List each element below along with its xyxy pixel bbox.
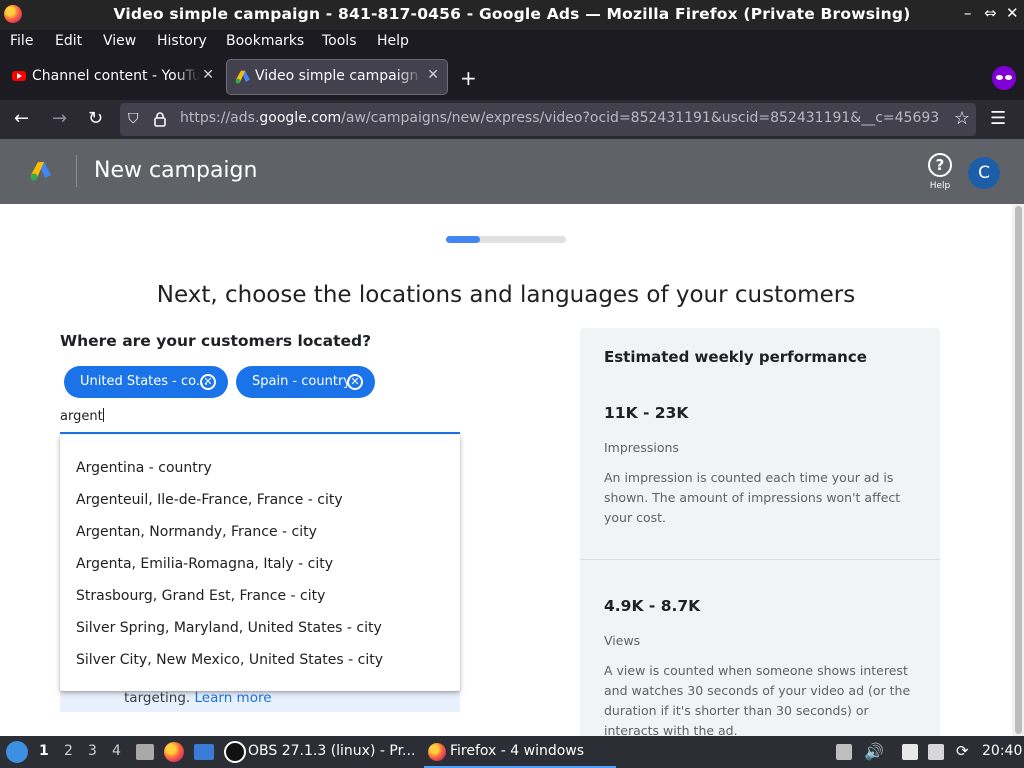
tab-close-icon[interactable]: ✕ <box>202 67 214 83</box>
task-obs[interactable]: OBS 27.1.3 (linux) - Pr... <box>248 743 415 759</box>
menu-bar: File Edit View History Bookmarks Tools H… <box>0 30 1024 54</box>
window-titlebar: Video simple campaign - 841-817-0456 - G… <box>0 0 1024 30</box>
url-bar[interactable]: ⛉ https://ads.google.com/aw/campaigns/ne… <box>120 103 976 136</box>
update-icon[interactable]: ⟳ <box>956 742 969 760</box>
help-icon[interactable]: ? <box>928 153 952 177</box>
firefox-task-icon <box>428 743 446 761</box>
suggestion-item[interactable]: Silver Spring, Maryland, United States -… <box>76 620 382 636</box>
page-title: New campaign <box>94 158 258 183</box>
location-question: Where are your customers located? <box>60 332 372 350</box>
menu-history[interactable]: History <box>157 33 207 49</box>
remove-chip-icon[interactable]: ✕ <box>200 374 216 390</box>
chip-label: United States - co... <box>80 374 209 389</box>
menu-file[interactable]: File <box>10 33 33 49</box>
location-search-input[interactable]: argent <box>60 408 460 434</box>
impressions-description: An impression is counted each time your … <box>604 470 901 525</box>
url-text[interactable]: https://ads.google.com/aw/campaigns/new/… <box>180 110 940 126</box>
notes-icon[interactable] <box>902 744 918 760</box>
tab-label: Video simple campaign - 841-817-0456 <box>255 68 423 84</box>
app-menu-icon[interactable]: ☰ <box>990 108 1006 129</box>
location-chip[interactable]: United States - co... ✕ <box>64 366 228 398</box>
info-text: targeting. Learn more <box>124 690 272 706</box>
minimize-button[interactable]: – <box>964 4 972 22</box>
help-label[interactable]: Help <box>928 181 952 191</box>
tab-google-ads[interactable]: Video simple campaign - 841-817-0456 ✕ <box>226 59 448 95</box>
workspace-1[interactable]: 1 <box>39 743 49 759</box>
tab-label: Channel content - YouTube <box>32 68 200 84</box>
header-divider <box>76 155 77 187</box>
menu-bookmarks[interactable]: Bookmarks <box>226 33 304 49</box>
workspace-2[interactable]: 2 <box>64 743 73 759</box>
suggestion-item[interactable]: Argenta, Emilia-Romagna, Italy - city <box>76 556 333 572</box>
workspace-4[interactable]: 4 <box>112 743 121 759</box>
lock-icon[interactable] <box>154 112 166 127</box>
scrollbar-thumb[interactable] <box>1015 206 1022 734</box>
views-label: Views <box>604 633 641 648</box>
ads-header: New campaign ? Help <box>0 139 1024 204</box>
private-browsing-icon <box>992 66 1016 90</box>
performance-panel: Estimated weekly performance 11K - 23K I… <box>580 328 940 736</box>
suggestion-item[interactable]: Strasbourg, Grand Est, France - city <box>76 588 325 604</box>
suggestion-item[interactable]: Argenteuil, Ile-de-France, France - city <box>76 492 343 508</box>
workspace-3[interactable]: 3 <box>88 743 97 759</box>
avatar[interactable]: C <box>968 157 1000 189</box>
suggestion-item[interactable]: Silver City, New Mexico, United States -… <box>76 652 383 668</box>
start-menu-icon[interactable] <box>6 741 28 763</box>
tab-close-icon[interactable]: ✕ <box>427 67 439 83</box>
task-firefox[interactable]: Firefox - 4 windows <box>450 743 584 759</box>
taskbar: 1 2 3 4 OBS 27.1.3 (linux) - Pr... Firef… <box>0 736 1024 768</box>
obs-icon[interactable] <box>224 741 246 763</box>
bookmark-star-icon[interactable]: ☆ <box>954 108 970 129</box>
google-ads-icon <box>235 70 250 84</box>
progress-bar <box>446 236 566 243</box>
network-icon[interactable] <box>928 744 944 760</box>
terminal-icon[interactable] <box>194 744 214 760</box>
suggestion-item[interactable]: Argentan, Normandy, France - city <box>76 524 317 540</box>
menu-edit[interactable]: Edit <box>55 33 82 49</box>
navigation-bar: ← → ↻ ⛉ https://ads.google.com/aw/campai… <box>0 100 1024 139</box>
volume-icon[interactable]: 🔊 <box>864 742 884 761</box>
new-tab-button[interactable]: + <box>460 66 477 90</box>
file-manager-icon[interactable] <box>136 744 154 760</box>
chip-label: Spain - country <box>252 374 351 389</box>
learn-more-link[interactable]: Learn more <box>195 690 272 706</box>
google-ads-logo-icon[interactable] <box>30 161 52 181</box>
clipboard-icon[interactable] <box>836 744 852 760</box>
remove-chip-icon[interactable]: ✕ <box>347 374 363 390</box>
text-caret <box>102 408 104 422</box>
views-description: A view is counted when someone shows int… <box>604 663 911 736</box>
clock: 20:40 <box>982 743 1023 759</box>
tab-youtube[interactable]: Channel content - YouTube ✕ <box>4 60 222 94</box>
close-window-button[interactable]: ✕ <box>1006 4 1019 22</box>
menu-tools[interactable]: Tools <box>322 33 357 49</box>
forward-button[interactable]: → <box>52 108 67 129</box>
shield-icon[interactable]: ⛉ <box>128 111 139 127</box>
performance-title: Estimated weekly performance <box>604 348 867 366</box>
section-heading: Next, choose the locations and languages… <box>156 282 856 308</box>
maximize-button[interactable]: ⇔ <box>984 4 997 22</box>
menu-view[interactable]: View <box>103 33 136 49</box>
back-button[interactable]: ← <box>14 108 29 129</box>
panel-divider <box>580 559 940 560</box>
reload-button[interactable]: ↻ <box>88 108 103 129</box>
impressions-label: Impressions <box>604 440 679 455</box>
impressions-value: 11K - 23K <box>604 404 689 422</box>
youtube-icon <box>12 71 26 81</box>
window-title: Video simple campaign - 841-817-0456 - G… <box>113 5 911 23</box>
progress-fill <box>446 236 480 243</box>
tab-strip: Channel content - YouTube ✕ Video simple… <box>0 54 1024 100</box>
search-value: argent <box>60 409 103 424</box>
info-box: targeting. Learn more <box>60 690 460 712</box>
main-content: Next, choose the locations and languages… <box>0 204 1012 736</box>
views-value: 4.9K - 8.7K <box>604 597 701 615</box>
firefox-launcher-icon[interactable] <box>164 742 184 762</box>
suggestions-dropdown: Argentina - country Argenteuil, Ile-de-F… <box>60 435 460 691</box>
menu-help[interactable]: Help <box>377 33 409 49</box>
location-chip[interactable]: Spain - country ✕ <box>236 366 375 398</box>
suggestion-item[interactable]: Argentina - country <box>76 460 212 476</box>
